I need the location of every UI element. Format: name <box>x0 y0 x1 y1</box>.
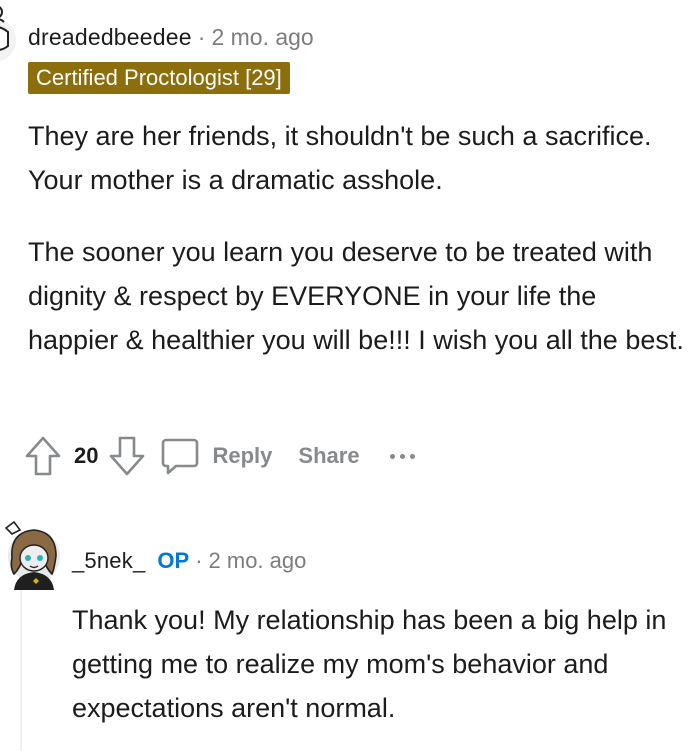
meta-separator: · <box>195 548 203 573</box>
username-link[interactable]: dreadedbeedee <box>28 24 192 51</box>
avatar[interactable] <box>0 2 16 72</box>
username-link[interactable]: _5nek_ <box>72 548 145 574</box>
comment-paragraph: They are her friends, it shouldn't be su… <box>28 121 652 195</box>
comment-body: Thank you! My relationship has been a bi… <box>72 605 667 723</box>
timestamp[interactable]: 2 mo. ago <box>209 548 307 574</box>
vote-count: 20 <box>74 443 99 468</box>
comment-meta: dreadedbeedee · 2 mo. ago <box>28 22 314 52</box>
comment-body: They are her friends, it shouldn't be su… <box>28 114 688 390</box>
thread-line[interactable] <box>20 590 22 751</box>
reply-button[interactable]: Reply <box>160 436 272 476</box>
upvote-icon[interactable] <box>24 435 62 477</box>
op-badge: OP <box>157 548 190 573</box>
user-flair: Certified Proctologist [29] <box>28 62 290 94</box>
comment-meta: _5nek_ OP · 2 mo. ago <box>72 546 306 576</box>
share-button[interactable]: Share <box>298 443 359 469</box>
reply-label: Reply <box>212 443 273 468</box>
comment-paragraph: The sooner you learn you deserve to be t… <box>28 237 684 355</box>
more-options-icon[interactable] <box>389 453 415 459</box>
comment-action-bar: 20 Reply Share <box>24 432 415 480</box>
timestamp[interactable]: 2 mo. ago <box>211 24 313 51</box>
comment-bubble-icon <box>160 436 200 476</box>
downvote-icon[interactable] <box>108 435 146 477</box>
avatar[interactable] <box>0 514 62 590</box>
meta-separator: · <box>197 23 206 50</box>
